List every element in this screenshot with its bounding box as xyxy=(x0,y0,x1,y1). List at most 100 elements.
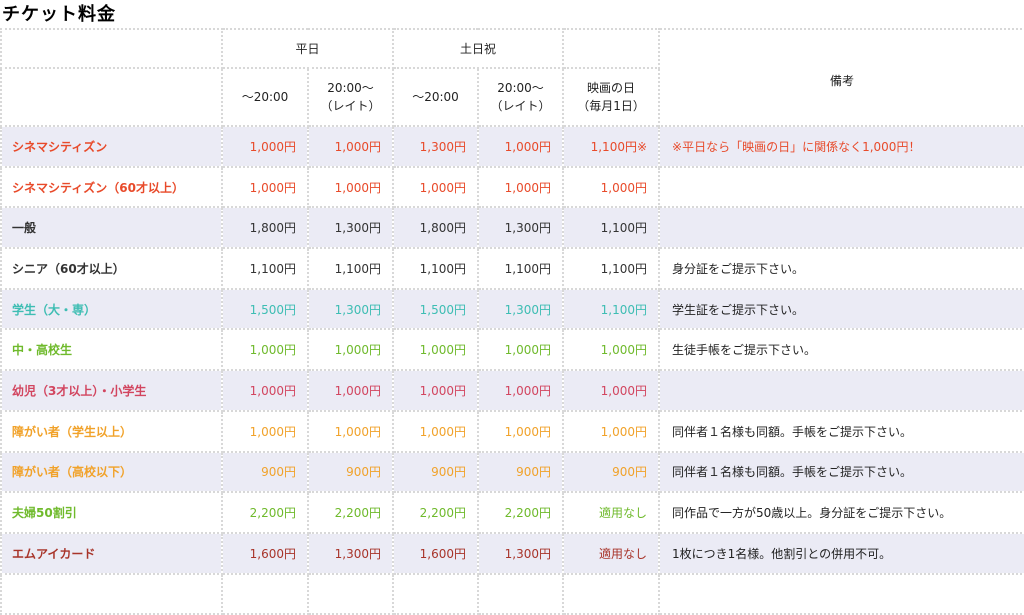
price-cell: 1,500円 xyxy=(221,287,309,331)
price-cell: 1,000円 xyxy=(306,165,395,209)
note-cell: 同作品で一方が50歳以上。身分証をご提示下さい。 xyxy=(658,491,1024,534)
price-cell: 1,000円 xyxy=(562,165,661,209)
price-cell: 1,100円 xyxy=(562,247,661,290)
table-row: シネマシティズン 1,000円 1,000円 1,300円 1,000円 1,100円※ ※… xyxy=(0,125,1024,168)
price-cell: 900円 xyxy=(306,450,395,494)
table-row xyxy=(0,572,1024,615)
empty-cell xyxy=(0,572,223,615)
note-cell xyxy=(658,206,1024,250)
table-row: 夫婦50割引 2,200円 2,200円 2,200円 2,200円 適用なし 同作品で一方… xyxy=(0,491,1024,534)
category-name: 夫婦50割引 xyxy=(0,491,223,534)
movie-day-sub-label: （毎月1日） xyxy=(577,99,645,113)
late-label: （レイト） xyxy=(490,99,551,113)
ticket-price-table: 平日 土日祝 備考 〜20:00 20:00〜 （レイト） 〜20:00 20:… xyxy=(0,28,1024,615)
price-cell: 1,300円 xyxy=(306,287,395,331)
header-weekday-late: 20:00〜 （レイト） xyxy=(306,67,395,127)
category-name: 学生（大・専） xyxy=(0,287,223,331)
price-cell: 1,300円 xyxy=(306,531,395,575)
price-cell: 1,600円 xyxy=(392,531,480,575)
note-cell: 身分証をご提示下さい。 xyxy=(658,247,1024,290)
note-cell: ※平日なら「映画の日」に関係なく1,000円！ xyxy=(658,125,1024,168)
price-cell: 1,000円 xyxy=(477,165,565,209)
table-row: エムアイカード 1,600円 1,300円 1,600円 1,300円 適用なし 1枚につき… xyxy=(0,531,1024,575)
note-cell: 学生証をご提示下さい。 xyxy=(658,287,1024,331)
note-cell: 1枚につき1名様。他割引との併用不可。 xyxy=(658,531,1024,575)
header-holiday-until20: 〜20:00 xyxy=(392,67,480,127)
note-cell xyxy=(658,369,1024,412)
price-cell: 1,100円 xyxy=(306,247,395,290)
empty-cell xyxy=(392,572,480,615)
price-cell: 1,300円 xyxy=(392,125,480,168)
price-cell: 1,100円 xyxy=(477,247,565,290)
category-name: 幼児（3才以上）・小学生 xyxy=(0,369,223,412)
price-cell: 1,000円 xyxy=(477,369,565,412)
header-blank-cell xyxy=(0,28,223,69)
price-cell: 900円 xyxy=(562,450,661,494)
price-cell: 900円 xyxy=(477,450,565,494)
price-cell: 1,000円 xyxy=(306,369,395,412)
header-weekday-until20: 〜20:00 xyxy=(221,67,309,127)
price-cell: 1,300円 xyxy=(306,206,395,250)
price-cell: 1,100円 xyxy=(562,206,661,250)
category-name: 障がい者（高校以下） xyxy=(0,450,223,494)
late-label: （レイト） xyxy=(320,99,381,113)
header-movie-day: 映画の日 （毎月1日） xyxy=(562,67,661,127)
header-weekday: 平日 xyxy=(220,28,395,69)
table-row: 障がい者（高校以下） 900円 900円 900円 900円 900円 同伴者１名様も同額。… xyxy=(0,450,1024,494)
price-cell: 1,000円 xyxy=(221,369,309,412)
header-holiday-late: 20:00〜 （レイト） xyxy=(477,67,565,127)
price-cell: 1,000円 xyxy=(221,165,309,209)
price-cell: 1,000円 xyxy=(306,125,395,168)
empty-cell xyxy=(658,572,1024,615)
header-blank-cell xyxy=(0,67,223,127)
price-cell: 1,000円 xyxy=(477,125,565,168)
price-cell: 1,600円 xyxy=(221,531,309,575)
header-row-1: 平日 土日祝 備考 xyxy=(0,28,1024,127)
price-cell: 1,000円 xyxy=(392,328,480,372)
price-cell: 900円 xyxy=(392,450,480,494)
late-time-label: 20:00〜 xyxy=(327,81,374,95)
price-cell: 1,100円 xyxy=(562,287,661,331)
empty-cell xyxy=(221,572,309,615)
category-name: シニア（60才以上） xyxy=(0,247,223,290)
price-cell: 1,000円 xyxy=(477,328,565,372)
price-cell: 適用なし xyxy=(562,491,661,534)
price-cell: 2,200円 xyxy=(392,491,480,534)
price-cell: 1,000円 xyxy=(221,409,309,453)
movie-day-label: 映画の日 xyxy=(587,81,636,95)
header-holiday: 土日祝 xyxy=(392,28,565,69)
price-cell: 適用なし xyxy=(562,531,661,575)
price-cell: 1,300円 xyxy=(477,287,565,331)
category-name: シネマシティズン（60才以上） xyxy=(0,165,223,209)
price-cell: 1,100円 xyxy=(221,247,309,290)
note-cell: 生徒手帳をご提示下さい。 xyxy=(658,328,1024,372)
table-row: 幼児（3才以上）・小学生 1,000円 1,000円 1,000円 1,000円 1,00… xyxy=(0,369,1024,412)
price-cell: 900円 xyxy=(221,450,309,494)
table-row: シネマシティズン（60才以上） 1,000円 1,000円 1,000円 1,000円 1… xyxy=(0,165,1024,209)
price-cell: 1,000円 xyxy=(562,328,661,372)
price-cell: 1,000円 xyxy=(221,125,309,168)
table-row: 学生（大・専） 1,500円 1,300円 1,500円 1,300円 1,100円 学生証… xyxy=(0,287,1024,331)
price-cell: 2,200円 xyxy=(477,491,565,534)
note-cell: 同伴者１名様も同額。手帳をご提示下さい。 xyxy=(658,409,1024,453)
price-cell: 1,000円 xyxy=(306,409,395,453)
table-row: 中・高校生 1,000円 1,000円 1,000円 1,000円 1,000円 生徒手帳を… xyxy=(0,328,1024,372)
empty-cell xyxy=(306,572,395,615)
header-notes-label: 備考 xyxy=(830,74,855,88)
note-cell: 同伴者１名様も同額。手帳をご提示下さい。 xyxy=(658,450,1024,494)
category-name: 一般 xyxy=(0,206,223,250)
category-name: エムアイカード xyxy=(0,531,223,575)
price-cell: 1,000円 xyxy=(306,328,395,372)
empty-cell xyxy=(477,572,565,615)
price-cell: 1,800円 xyxy=(392,206,480,250)
page-title: チケット料金 xyxy=(2,4,116,25)
price-cell: 1,000円 xyxy=(562,409,661,453)
price-cell: 1,500円 xyxy=(392,287,480,331)
category-name: 障がい者（学生以上） xyxy=(0,409,223,453)
price-cell: 1,000円 xyxy=(392,369,480,412)
table-row: シニア（60才以上） 1,100円 1,100円 1,100円 1,100円 1,100円… xyxy=(0,247,1024,290)
price-cell: 1,300円 xyxy=(477,531,565,575)
header-blank-cell xyxy=(562,28,661,69)
price-cell: 1,000円 xyxy=(562,369,661,412)
empty-cell xyxy=(562,572,661,615)
